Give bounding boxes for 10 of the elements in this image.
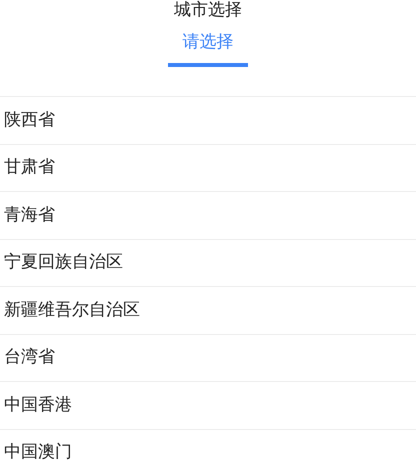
province-item[interactable]: 中国澳门	[4, 440, 72, 466]
province-item[interactable]: 中国香港	[4, 392, 72, 418]
province-item[interactable]: 甘肃省	[4, 155, 55, 180]
province-item[interactable]: 新疆维吾尔自治区	[4, 298, 140, 323]
province-item[interactable]: 宁夏回族自治区	[4, 250, 123, 276]
province-item[interactable]: 台湾省	[4, 345, 55, 370]
province-item[interactable]: 陕西省	[4, 108, 55, 133]
province-item[interactable]: 青海省	[4, 202, 55, 228]
tab[interactable]: 请选择	[168, 32, 248, 67]
page-title: 城市选择	[174, 0, 242, 20]
